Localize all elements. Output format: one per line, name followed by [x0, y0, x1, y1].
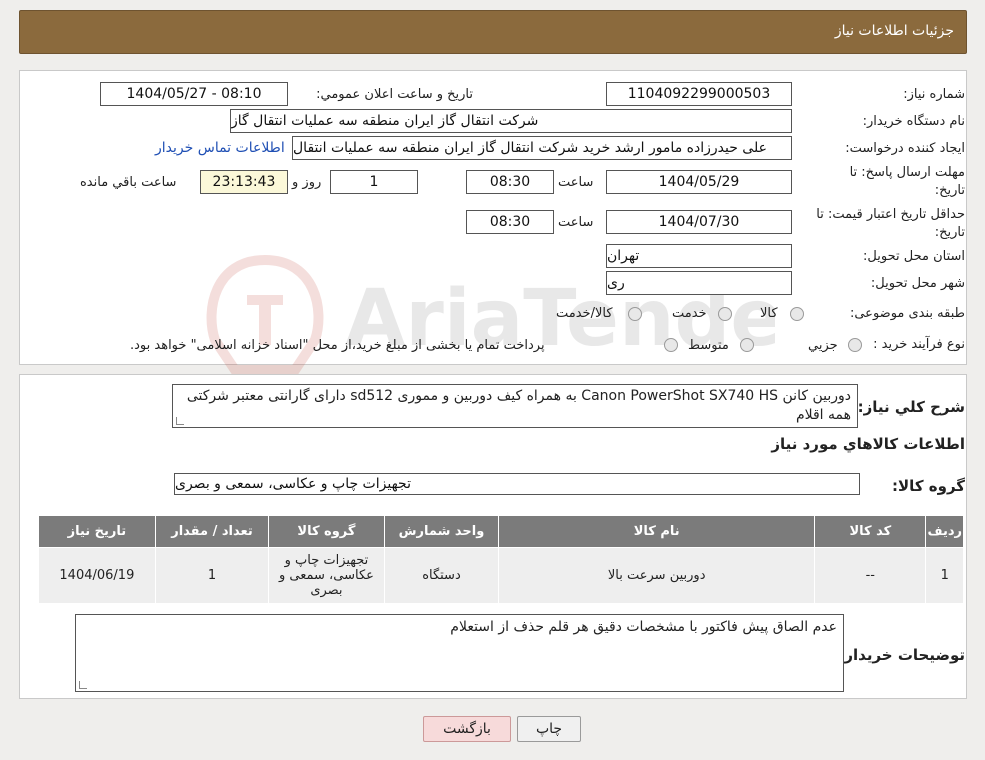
goods-section-title: اطلاعات کالاهاي مورد نياز — [771, 435, 965, 453]
buyer-notes-label: توضيحات خريدار: — [838, 646, 965, 664]
category-radio-goods[interactable] — [790, 307, 804, 321]
province-field: تهران — [606, 244, 792, 268]
cell-unit: دستگاه — [383, 547, 500, 604]
buyer-org-label: نام دستگاه خريدار: — [862, 114, 965, 129]
process-note: پرداخت تمام يا بخشی از مبلغ خريد،از محل … — [130, 338, 545, 353]
validity-date-field: 1404/07/30 — [606, 210, 792, 234]
goods-group-label: گروه کالا: — [892, 477, 965, 495]
city-label: شهر محل تحويل: — [870, 276, 965, 291]
validity-time-label: ساعت — [558, 215, 594, 230]
need-number-field: 1104092299000503 — [606, 82, 792, 106]
goods-group-field: تجهيزات چاپ و عکاسی، سمعی و بصری — [174, 473, 860, 495]
col-header-qty: تعداد / مقدار — [154, 515, 270, 548]
cell-code: -- — [814, 547, 927, 604]
print-button[interactable]: چاپ — [517, 716, 581, 742]
cell-group: تجهيزات چاپ و عکاسی، سمعی و بصری — [268, 547, 385, 604]
process-radio-medium[interactable] — [740, 338, 754, 352]
process-option-medium: متوسط — [688, 338, 729, 353]
category-option-goods: کالا — [760, 306, 778, 321]
buyer-notes-text: عدم الصاق پیش فاکتور با مشخصات دقیق هر ق… — [450, 619, 837, 635]
deadline-time-label: ساعت — [558, 175, 594, 190]
city-field: ری — [606, 271, 792, 295]
deadline-label-date: تاريخ: — [934, 183, 965, 198]
description-text: دوربین کانن Canon PowerShot SX740 HS به … — [186, 388, 851, 423]
page-header: جزئيات اطلاعات نياز — [19, 10, 967, 54]
buyer-notes-field: عدم الصاق پیش فاکتور با مشخصات دقیق هر ق… — [75, 614, 844, 692]
col-header-unit: واحد شمارش — [383, 515, 500, 548]
cell-row-no: 1 — [925, 547, 964, 604]
resize-handle-icon[interactable] — [79, 681, 87, 689]
col-header-date: تاريخ نياز — [38, 515, 156, 548]
cell-date: 1404/06/19 — [38, 547, 156, 604]
category-option-both: کالا/خدمت — [556, 306, 613, 321]
table-header-row: رديف کد کالا نام کالا واحد شمارش گروه کا… — [38, 515, 964, 548]
need-number-label: شماره نياز: — [903, 87, 965, 102]
category-radio-service[interactable] — [718, 307, 732, 321]
remaining-label: ساعت باقي مانده — [80, 175, 177, 190]
process-option-partial: جزيي — [808, 338, 838, 353]
process-label: نوع فرآيند خريد : — [873, 337, 965, 352]
remaining-time-field: 23:13:43 — [200, 170, 288, 194]
resize-handle-icon[interactable] — [176, 417, 184, 425]
days-field: 1 — [330, 170, 418, 194]
buyer-contact-link[interactable]: اطلاعات تماس خريدار — [155, 140, 285, 156]
col-header-row-no: رديف — [925, 515, 964, 548]
creator-field: علی حیدرزاده مامور ارشد خرید شرکت انتقال… — [292, 136, 792, 160]
description-label: شرح کلي نياز: — [857, 398, 965, 416]
cell-qty: 1 — [154, 547, 270, 604]
col-header-code: کد کالا — [814, 515, 927, 548]
validity-label-date: تاريخ: — [934, 225, 965, 240]
announce-field: 1404/05/27 - 08:10 — [100, 82, 288, 106]
creator-label: ايجاد کننده درخواست: — [845, 141, 965, 156]
validity-time-field: 08:30 — [466, 210, 554, 234]
category-radio-both[interactable] — [628, 307, 642, 321]
category-label: طبقه بندی موضوعی: — [849, 306, 965, 321]
process-radio-partial[interactable] — [848, 338, 862, 352]
cell-name: دوربین سرعت بالا — [498, 547, 816, 604]
goods-table: رديف کد کالا نام کالا واحد شمارش گروه کا… — [38, 515, 964, 604]
deadline-time-field: 08:30 — [466, 170, 554, 194]
goods-table-wrapper: رديف کد کالا نام کالا واحد شمارش گروه کا… — [38, 515, 964, 604]
buyer-org-field: شركت انتقال گاز ايران منطقه سه عمليات ان… — [230, 109, 792, 133]
description-field: دوربین کانن Canon PowerShot SX740 HS به … — [172, 384, 858, 428]
days-label: روز و — [292, 175, 322, 190]
announce-label: تاريخ و ساعت اعلان عمومي: — [316, 87, 473, 102]
process-radio-treasury[interactable] — [664, 338, 678, 352]
category-option-service: خدمت — [672, 306, 707, 321]
table-row: 1 -- دوربین سرعت بالا دستگاه تجهيزات چاپ… — [38, 547, 964, 604]
province-label: استان محل تحويل: — [863, 249, 965, 264]
deadline-date-field: 1404/05/29 — [606, 170, 792, 194]
back-button[interactable]: بازگشت — [423, 716, 511, 742]
col-header-name: نام کالا — [498, 515, 816, 548]
col-header-group: گروه کالا — [268, 515, 385, 548]
deadline-label: مهلت ارسال پاسخ: تا — [849, 165, 965, 180]
page-title: جزئيات اطلاعات نياز — [834, 23, 954, 39]
validity-label: حداقل تاريخ اعتبار قيمت: تا — [816, 207, 965, 222]
